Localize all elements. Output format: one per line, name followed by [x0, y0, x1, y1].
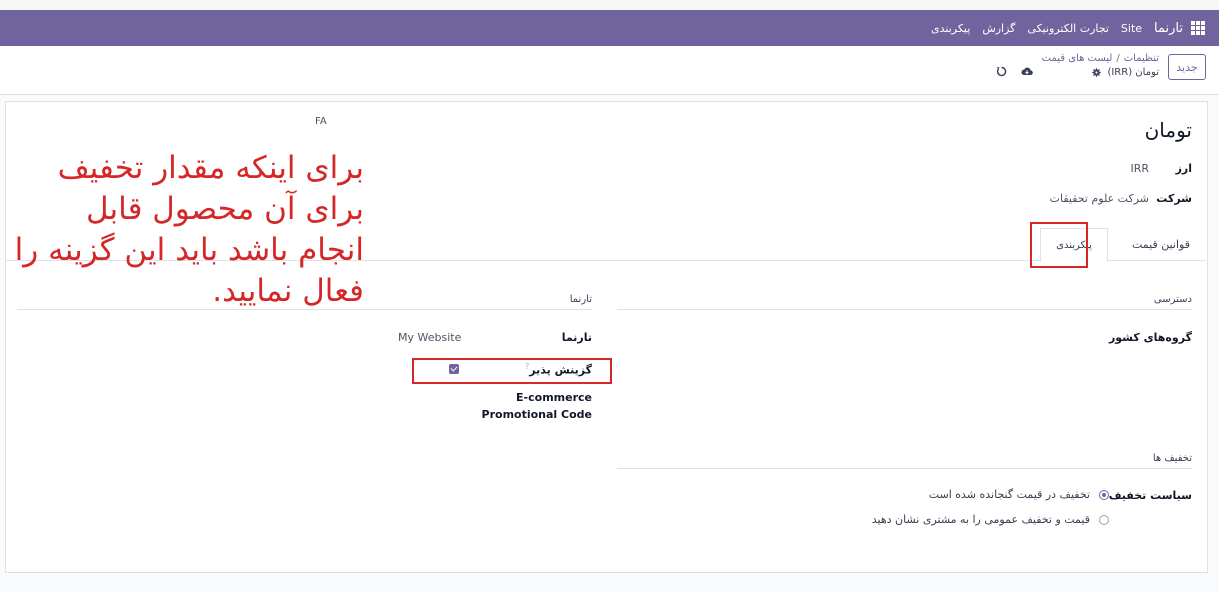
discount-option-show-radio[interactable]: [1099, 515, 1109, 525]
discount-option-included-radio[interactable]: [1099, 490, 1109, 500]
control-panel: [0, 46, 1219, 95]
checkbox-highlight-box: [412, 358, 612, 384]
breadcrumb: تنظیمات /لیست های قیمت: [1042, 53, 1159, 64]
window-top-strip: [0, 0, 1219, 10]
record-title[interactable]: تومان: [1145, 118, 1192, 142]
ecommerce-label: E-commerce: [516, 391, 592, 404]
current-record-name: تومان (IRR): [1107, 67, 1159, 78]
nav-item-reporting[interactable]: گزارش: [982, 22, 1015, 35]
undo-icon[interactable]: [996, 66, 1007, 77]
breadcrumb-separator: /: [1116, 53, 1120, 64]
availability-divider: [617, 309, 1192, 310]
current-record: تومان (IRR): [1092, 67, 1159, 78]
new-button[interactable]: جدید: [1168, 54, 1206, 80]
cloud-save-icon[interactable]: [1021, 66, 1033, 76]
gear-icon[interactable]: [1092, 68, 1102, 77]
tab-price-rules[interactable]: قوانین قیمت: [1132, 238, 1190, 251]
navbar-brand[interactable]: تارنما: [1154, 21, 1183, 36]
discount-policy-label: سیاست تخفیف: [1108, 489, 1192, 502]
availability-section-title: دسترسی: [1153, 294, 1192, 305]
nav-item-site[interactable]: Site: [1121, 22, 1142, 35]
navbar-items: تارنما Site تجارت الکترونیکی گزارش پیکرب…: [919, 10, 1205, 46]
website-label: تارنما: [561, 331, 592, 344]
nav-item-ecommerce[interactable]: تجارت الکترونیکی: [1027, 22, 1109, 35]
discount-option-show[interactable]: قیمت و تخفیف عمومی را به مشتری نشان دهید: [872, 513, 1090, 526]
discounts-section-title: تخفیف ها: [1152, 453, 1192, 464]
breadcrumb-pricelists[interactable]: لیست های قیمت: [1042, 53, 1113, 64]
apps-grid-icon[interactable]: [1191, 21, 1205, 35]
company-label: شرکت: [1156, 192, 1192, 205]
nav-item-configuration[interactable]: پیکربندی: [931, 22, 970, 35]
company-field[interactable]: شرکت علوم تحقیقات: [1050, 192, 1149, 205]
discounts-divider: [617, 468, 1192, 469]
currency-field[interactable]: IRR: [1130, 162, 1149, 175]
language-code[interactable]: FA: [315, 116, 327, 127]
currency-label: ارز: [1175, 162, 1192, 175]
website-section-title: تارنما: [569, 294, 592, 305]
promo-code-label: Promotional Code: [481, 408, 592, 421]
annotation-text: برای اینکه مقدار تخفیف برای آن محصول قاب…: [14, 150, 364, 309]
country-groups-label: گروه‌های کشور: [1108, 331, 1192, 344]
website-field[interactable]: My Website: [398, 331, 461, 344]
tab-highlight-box: [1030, 222, 1088, 268]
breadcrumb-settings[interactable]: تنظیمات: [1124, 53, 1159, 64]
discount-option-included[interactable]: تخفیف در قیمت گنجانده شده است: [929, 488, 1090, 501]
